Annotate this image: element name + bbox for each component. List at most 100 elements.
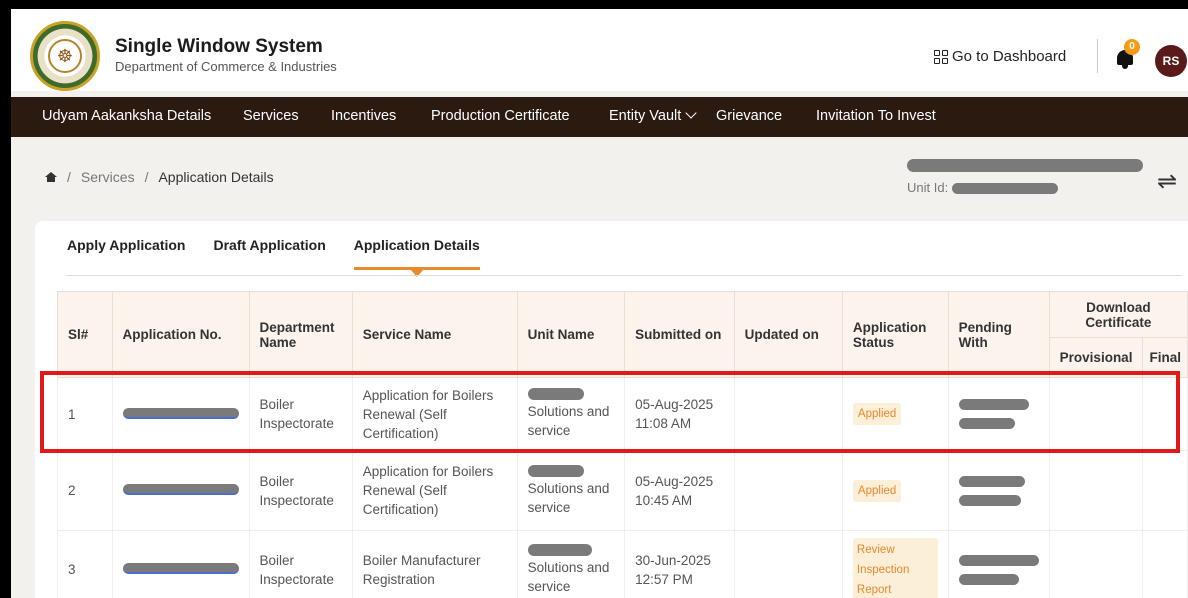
col-header-department: Department Name xyxy=(248,291,353,378)
user-avatar[interactable]: RS xyxy=(1155,45,1187,77)
unit-name-text: Solutions and service xyxy=(527,559,610,594)
header-divider xyxy=(1097,39,1098,73)
submitted-time: 11:08 AM xyxy=(635,416,692,431)
go-to-dashboard-link[interactable]: Go to Dashboard xyxy=(934,48,1066,65)
home-icon[interactable] xyxy=(45,172,57,182)
cell-final xyxy=(1142,450,1188,531)
main-nav: Udyam Aakanksha Details Services Incenti… xyxy=(11,97,1188,137)
unit-name-text: Solutions and service xyxy=(527,404,610,438)
table-row: 1 Boiler Inspectorate Application for Bo… xyxy=(57,377,1188,451)
chevron-down-icon xyxy=(685,107,697,119)
submitted-date: 05-Aug-2025 xyxy=(635,473,714,489)
app-subtitle: Department of Commerce & Industries xyxy=(115,59,337,74)
unit-id-label: Unit Id: xyxy=(907,180,949,195)
page: ☸ Single Window System Department of Com… xyxy=(11,9,1188,598)
cell-application-no[interactable] xyxy=(111,450,250,531)
redacted-text xyxy=(958,475,1025,487)
cell-service-name: Application for Boilers Renewal (Self Ce… xyxy=(351,377,518,451)
cell-status: Applied xyxy=(841,450,949,531)
nav-item-services[interactable]: Services xyxy=(243,108,299,124)
cell-department: Boiler Inspectorate xyxy=(248,377,353,451)
status-badge: Review Inspection Report xyxy=(852,537,938,598)
nav-item-grievance[interactable]: Grievance xyxy=(716,108,782,124)
status-badge: Applied xyxy=(852,403,902,425)
cell-department: Boiler Inspectorate xyxy=(248,450,353,531)
col-header-updated-on: Updated on xyxy=(733,291,843,378)
redacted-text xyxy=(527,464,584,477)
cell-pending-with xyxy=(947,377,1050,451)
unit-id: Unit Id: xyxy=(907,180,1147,195)
cell-provisional xyxy=(1048,450,1144,531)
cell-application-no[interactable] xyxy=(111,377,250,451)
cell-service-name: Application for Boilers Renewal (Self Ce… xyxy=(351,450,518,531)
emblem-icon: ☸ xyxy=(48,39,82,73)
breadcrumb-current: Application Details xyxy=(158,169,274,185)
breadcrumb-services[interactable]: Services xyxy=(81,169,135,185)
redacted-unit-id xyxy=(951,183,1058,195)
cell-unit-name: Solutions and service xyxy=(516,450,626,531)
tab-apply-application[interactable]: Apply Application xyxy=(67,237,185,268)
nav-item-production-certificate[interactable]: Production Certificate xyxy=(431,108,570,124)
nav-item-udyam-aakanksha-details[interactable]: Udyam Aakanksha Details xyxy=(42,108,211,124)
cell-sl: 2 xyxy=(57,450,113,531)
redacted-text xyxy=(958,399,1029,410)
nav-item-incentives[interactable]: Incentives xyxy=(331,108,396,124)
switch-unit-icon[interactable]: ⇌ xyxy=(1157,167,1177,196)
dashboard-link-label: Go to Dashboard xyxy=(952,48,1067,65)
tab-draft-application[interactable]: Draft Application xyxy=(213,237,325,268)
cell-pending-with xyxy=(947,450,1050,531)
app-title: Single Window System xyxy=(115,36,323,57)
cell-updated-on xyxy=(733,450,843,531)
cell-submitted-on: 05-Aug-2025 11:08 AM xyxy=(624,377,735,451)
col-header-submitted-on: Submitted on xyxy=(624,291,735,378)
cell-service-name: Boiler Manufacturer Registration xyxy=(351,530,518,598)
dashboard-grid-icon xyxy=(934,49,948,64)
cell-final xyxy=(1142,377,1188,451)
nav-item-invitation-to-invest[interactable]: Invitation To Invest xyxy=(816,108,936,124)
unit-name-text: Solutions and service xyxy=(527,480,610,515)
brand: Single Window System Department of Comme… xyxy=(115,36,337,74)
cell-department: Boiler Inspectorate xyxy=(248,530,353,598)
cell-submitted-on: 05-Aug-2025 10:45 AM xyxy=(624,450,735,531)
state-emblem-logo: ☸ xyxy=(30,21,100,91)
cell-application-no[interactable] xyxy=(111,530,250,598)
table-row: 3 Boiler Inspectorate Boiler Manufacture… xyxy=(57,530,1188,598)
submitted-date: 30-Jun-2025 xyxy=(635,552,711,568)
table-row: 2 Boiler Inspectorate Application for Bo… xyxy=(57,450,1188,531)
submitted-time: 10:45 AM xyxy=(635,492,693,508)
redacted-application-link[interactable] xyxy=(122,563,239,574)
cell-provisional xyxy=(1048,530,1144,598)
cell-sl: 3 xyxy=(57,530,113,598)
cell-pending-with xyxy=(947,530,1050,598)
redacted-text xyxy=(958,573,1019,585)
cell-provisional xyxy=(1048,377,1144,451)
breadcrumb: / Services / Application Details xyxy=(45,169,274,185)
applications-table: Sl# Application No. Department Name Serv… xyxy=(57,291,1188,598)
cell-unit-name: Solutions and service xyxy=(516,530,626,598)
cell-updated-on xyxy=(733,377,843,451)
unit-name-redacted xyxy=(907,156,1147,172)
redacted-text xyxy=(527,543,592,556)
cell-status: Review Inspection Report xyxy=(841,530,949,598)
nav-item-entity-vault[interactable]: Entity Vault xyxy=(609,107,697,124)
cell-updated-on xyxy=(733,530,843,598)
col-header-sl: Sl# xyxy=(57,291,113,378)
unit-info: Unit Id: xyxy=(907,156,1147,195)
redacted-application-link[interactable] xyxy=(122,484,239,495)
redacted-application-link[interactable] xyxy=(122,407,239,419)
col-header-application-status: Application Status xyxy=(841,291,949,378)
cell-sl: 1 xyxy=(57,377,113,451)
tab-underline xyxy=(66,275,1182,276)
col-header-provisional: Provisional xyxy=(1048,337,1144,378)
notification-badge: 0 xyxy=(1124,39,1140,55)
application-tabs: Apply Application Draft Application Appl… xyxy=(67,237,480,277)
breadcrumb-separator: / xyxy=(67,169,71,185)
screenshot-frame: ☸ Single Window System Department of Com… xyxy=(0,0,1188,598)
redacted-text xyxy=(907,158,1143,172)
app-header: ☸ Single Window System Department of Com… xyxy=(11,9,1188,91)
col-header-pending-with: Pending With xyxy=(947,291,1050,378)
cell-submitted-on: 30-Jun-2025 12:57 PM xyxy=(624,530,735,598)
breadcrumb-separator: / xyxy=(144,169,149,185)
status-badge: Applied xyxy=(852,479,902,502)
tab-application-details[interactable]: Application Details xyxy=(353,237,480,277)
